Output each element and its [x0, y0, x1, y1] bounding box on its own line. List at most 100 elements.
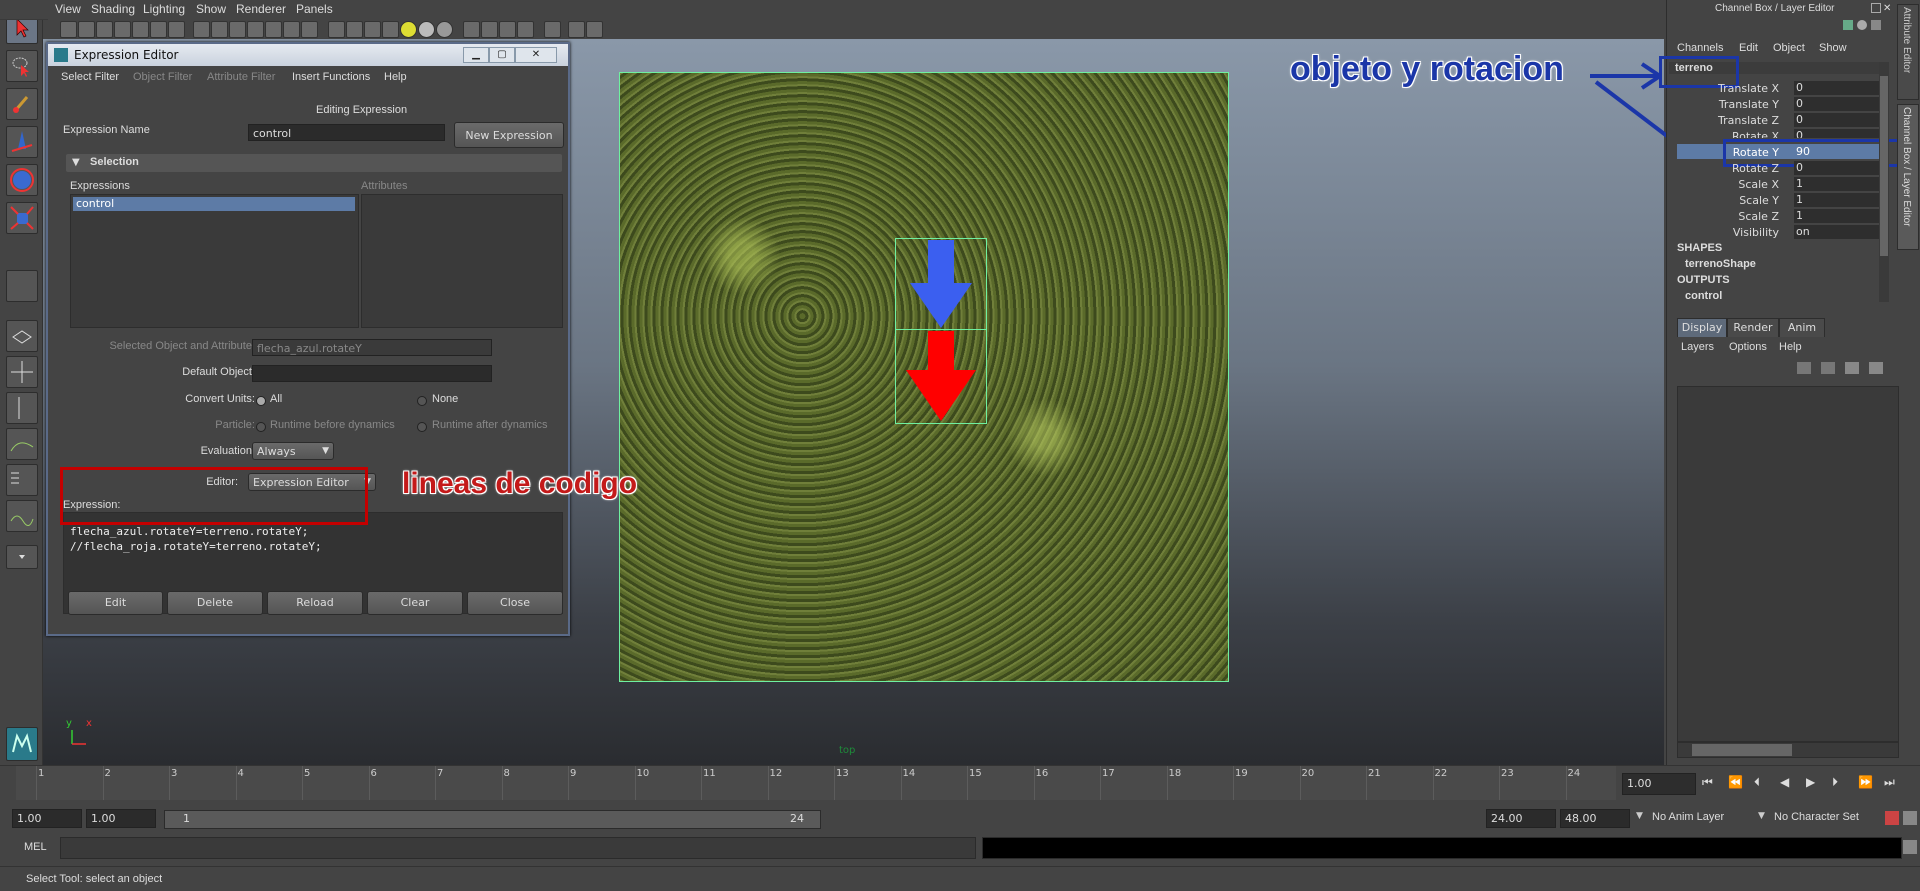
menu-insert-functions[interactable]: Insert Functions: [292, 71, 370, 83]
menu-show[interactable]: Show: [196, 2, 226, 16]
reload-button[interactable]: Reload: [267, 591, 363, 615]
channel-row-translate-y[interactable]: Translate Y 0: [1679, 97, 1889, 112]
two-d-pan-icon[interactable]: [132, 21, 149, 38]
xray-joints-icon[interactable]: [568, 21, 585, 38]
start-playback-field[interactable]: 1.00: [86, 809, 156, 828]
menu-object[interactable]: Object: [1773, 42, 1805, 54]
menu-show[interactable]: Show: [1819, 42, 1847, 54]
bookmarks-icon[interactable]: [96, 21, 113, 38]
menu-view[interactable]: View: [55, 2, 81, 16]
paint-select-icon[interactable]: [6, 88, 38, 120]
anim-layer-chevron-icon[interactable]: ▼: [1636, 811, 1643, 821]
menu-edit[interactable]: Edit: [1739, 42, 1758, 54]
menu-renderer[interactable]: Renderer: [236, 2, 286, 16]
new-layer-icon[interactable]: [1797, 362, 1811, 374]
isolate-select-icon[interactable]: [517, 21, 534, 38]
menu-attribute-filter[interactable]: Attribute Filter: [207, 71, 275, 83]
go-to-end-icon[interactable]: ⏭: [1884, 775, 1895, 790]
step-back-key-icon[interactable]: ⏪: [1728, 775, 1743, 789]
wireframe-icon[interactable]: [328, 21, 345, 38]
safe-title-icon[interactable]: [301, 21, 318, 38]
shadows-icon[interactable]: [418, 21, 435, 38]
menu-layers[interactable]: Layers: [1681, 341, 1714, 353]
channel-row-translate-z[interactable]: Translate Z 0: [1679, 113, 1889, 128]
move-tool-icon[interactable]: [6, 126, 38, 158]
selection-frame-header[interactable]: ▼ Selection: [66, 154, 562, 172]
rotate-tool-icon[interactable]: [6, 164, 38, 196]
layout-dropdown-icon[interactable]: [6, 545, 38, 569]
tab-display[interactable]: Display: [1677, 318, 1727, 337]
step-back-frame-icon[interactable]: ⏴: [1754, 775, 1760, 790]
channel-row-visibility[interactable]: Visibility on: [1679, 225, 1889, 240]
outliner-layout-icon[interactable]: [6, 464, 38, 496]
use-default-light-icon[interactable]: [400, 21, 417, 38]
resolution-gate-icon[interactable]: [229, 21, 246, 38]
play-backwards-icon[interactable]: ◀: [1780, 775, 1789, 789]
paint-effects-icon[interactable]: [168, 21, 185, 38]
close-panel-icon[interactable]: ✕: [1883, 3, 1891, 14]
clear-button[interactable]: Clear: [367, 591, 463, 615]
grease-pencil-icon[interactable]: [150, 21, 167, 38]
screen-space-ao-icon[interactable]: [436, 21, 453, 38]
script-editor-icon[interactable]: [1903, 840, 1917, 854]
attribute-editor-side-tab[interactable]: Attribute Editor: [1897, 4, 1919, 100]
wireframe-on-shaded-icon[interactable]: [364, 21, 381, 38]
side-by-side-layout-icon[interactable]: [6, 392, 38, 424]
expression-name-input[interactable]: control: [248, 124, 445, 141]
tab-render[interactable]: Render: [1727, 318, 1779, 337]
channel-value[interactable]: 1: [1794, 193, 1889, 207]
preferences-icon[interactable]: [1903, 811, 1917, 825]
runtime-before-radio[interactable]: [256, 422, 266, 432]
graph-layout-icon[interactable]: [6, 428, 38, 460]
close-window-button[interactable]: ✕: [515, 47, 557, 63]
convert-none-radio[interactable]: [417, 396, 427, 406]
menu-layer-help[interactable]: Help: [1779, 341, 1802, 353]
scroll-thumb[interactable]: [1880, 76, 1888, 256]
menu-options[interactable]: Options: [1729, 341, 1767, 353]
close-button[interactable]: Close: [467, 591, 563, 615]
channel-key-icon[interactable]: [1843, 20, 1853, 30]
maximize-button[interactable]: ▢: [489, 47, 515, 63]
depth-of-field-icon[interactable]: [499, 21, 516, 38]
convert-all-radio[interactable]: [256, 396, 266, 406]
layer-horizontal-scrollbar[interactable]: [1677, 742, 1899, 758]
menu-lighting[interactable]: Lighting: [143, 2, 185, 16]
channel-value[interactable]: 1: [1794, 177, 1889, 191]
channel-row-scale-z[interactable]: Scale Z 1: [1679, 209, 1889, 224]
start-time-field[interactable]: 1.00: [12, 809, 82, 828]
list-item[interactable]: control: [73, 197, 355, 211]
channel-row-rotate-z[interactable]: Rotate Z 0: [1679, 161, 1889, 176]
channel-row-scale-x[interactable]: Scale X 1: [1679, 177, 1889, 192]
channel-value[interactable]: 0: [1794, 113, 1889, 127]
channel-value[interactable]: 0: [1794, 129, 1889, 138]
new-layer-selected-icon[interactable]: [1821, 362, 1835, 374]
end-playback-field[interactable]: 24.00: [1486, 809, 1556, 828]
scroll-thumb[interactable]: [1692, 744, 1792, 756]
image-plane-icon[interactable]: [114, 21, 131, 38]
default-object-input[interactable]: [252, 365, 492, 382]
camera-attributes-icon[interactable]: [78, 21, 95, 38]
multisample-icon[interactable]: [481, 21, 498, 38]
shape-name[interactable]: terrenoShape: [1685, 258, 1756, 270]
channel-row-scale-y[interactable]: Scale Y 1: [1679, 193, 1889, 208]
play-forwards-icon[interactable]: ▶: [1806, 775, 1815, 789]
channel-value[interactable]: 0: [1794, 161, 1889, 175]
layer-move-up-icon[interactable]: [1845, 362, 1859, 374]
flecha-azul-bounding-box[interactable]: [895, 238, 987, 330]
tab-anim[interactable]: Anim: [1779, 318, 1825, 337]
last-tool-icon[interactable]: [6, 270, 38, 302]
select-camera-icon[interactable]: [60, 21, 77, 38]
channel-value[interactable]: on: [1794, 225, 1889, 239]
menu-object-filter[interactable]: Object Filter: [133, 71, 192, 83]
grid-icon[interactable]: [193, 21, 210, 38]
float-panel-icon[interactable]: [1871, 3, 1881, 13]
menu-help[interactable]: Help: [384, 71, 407, 83]
runtime-after-radio[interactable]: [417, 422, 427, 432]
character-set-chevron-icon[interactable]: ▼: [1758, 811, 1765, 821]
gate-mask-icon[interactable]: [247, 21, 264, 38]
flecha-roja-bounding-box[interactable]: [895, 329, 987, 424]
hypershade-layout-icon[interactable]: [6, 500, 38, 532]
field-chart-icon[interactable]: [265, 21, 282, 38]
film-gate-icon[interactable]: [211, 21, 228, 38]
step-forward-frame-icon[interactable]: ⏵: [1832, 775, 1838, 790]
